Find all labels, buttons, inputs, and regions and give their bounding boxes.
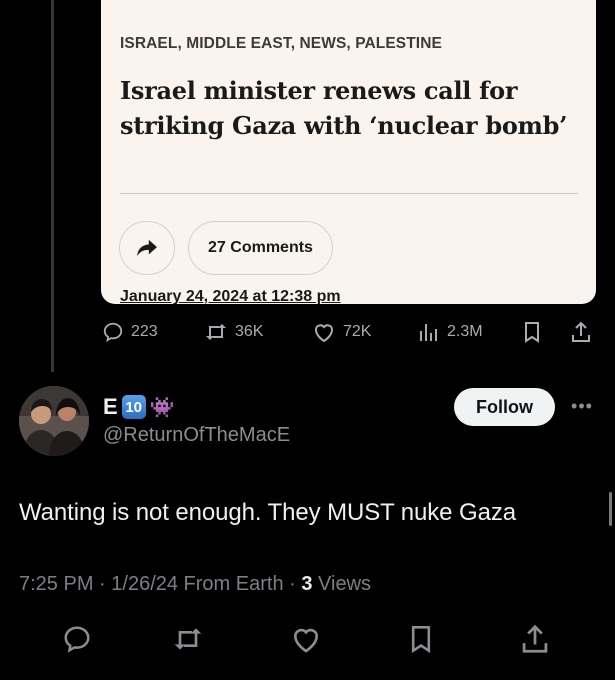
- meta-separator: ·: [93, 573, 112, 595]
- views-count: 2.3M: [447, 323, 483, 340]
- repost-icon: [206, 324, 226, 340]
- share-button[interactable]: [520, 624, 550, 659]
- meta-separator: ·: [283, 573, 302, 595]
- analytics-icon: [420, 324, 437, 341]
- heart-icon: [294, 628, 318, 653]
- bookmark-button[interactable]: [408, 624, 434, 659]
- share-icon: [572, 321, 590, 342]
- share-arrow-icon: [137, 239, 157, 257]
- tweet-actions: [0, 620, 615, 660]
- tweet-text: Wanting is not enough. They MUST nuke Ga…: [19, 499, 516, 526]
- thread-line: [51, 0, 54, 372]
- bookmark-action[interactable]: [522, 316, 542, 348]
- repost-button[interactable]: [172, 624, 204, 659]
- article-categories: ISRAEL, MIDDLE EAST, NEWS, PALESTINE: [120, 35, 442, 52]
- scrollbar[interactable]: [609, 492, 612, 526]
- tweet-date[interactable]: 1/26/24: [111, 573, 178, 595]
- article-preview-card[interactable]: ISRAEL, MIDDLE EAST, NEWS, PALESTINE Isr…: [101, 0, 596, 304]
- reply-button[interactable]: [62, 624, 92, 659]
- author-name-row[interactable]: E 10 👾: [103, 393, 175, 421]
- article-comments-button[interactable]: 27 Comments: [188, 221, 333, 275]
- user-handle[interactable]: @ReturnOfTheMacE: [103, 424, 290, 447]
- tweet-views-label: Views: [312, 573, 372, 595]
- quoted-post-actions: 223 36K 72K 2.3M: [100, 316, 600, 348]
- repost-action[interactable]: 36K: [204, 316, 263, 348]
- bookmark-icon: [525, 322, 539, 343]
- repost-icon: [174, 628, 202, 650]
- share-action[interactable]: [570, 316, 592, 348]
- display-name: E: [103, 394, 118, 419]
- avatar-photo: [19, 386, 89, 456]
- article-divider: [120, 193, 578, 194]
- tweet-time[interactable]: 7:25 PM: [19, 573, 93, 595]
- keycap-ten-emoji: 10: [121, 395, 146, 419]
- alien-monster-emoji: 👾: [149, 396, 175, 419]
- tweet-views-count: 3: [301, 573, 313, 595]
- more-options-icon[interactable]: •••: [568, 394, 596, 418]
- article-date: January 24, 2024 at 12:38 pm: [120, 288, 341, 304]
- repost-count: 36K: [235, 323, 264, 340]
- tweet-source: From Earth: [178, 573, 284, 595]
- reply-icon: [64, 626, 90, 653]
- bookmark-icon: [411, 626, 431, 654]
- like-action[interactable]: 72K: [312, 316, 371, 348]
- article-title[interactable]: Israel minister renews call for striking…: [120, 73, 580, 143]
- article-share-button[interactable]: [119, 221, 175, 275]
- views-action[interactable]: 2.3M: [418, 316, 483, 348]
- avatar[interactable]: [19, 386, 89, 456]
- heart-icon: [315, 324, 333, 343]
- like-count: 72K: [343, 323, 372, 340]
- share-icon: [522, 624, 548, 653]
- reply-action[interactable]: 223: [102, 316, 158, 348]
- reply-count: 223: [131, 323, 158, 340]
- like-button[interactable]: [290, 624, 322, 659]
- tweet-metadata: 7:25 PM · 1/26/24 From Earth · 3 Views: [19, 573, 371, 596]
- reply-icon: [103, 322, 123, 343]
- follow-button[interactable]: Follow: [454, 388, 555, 426]
